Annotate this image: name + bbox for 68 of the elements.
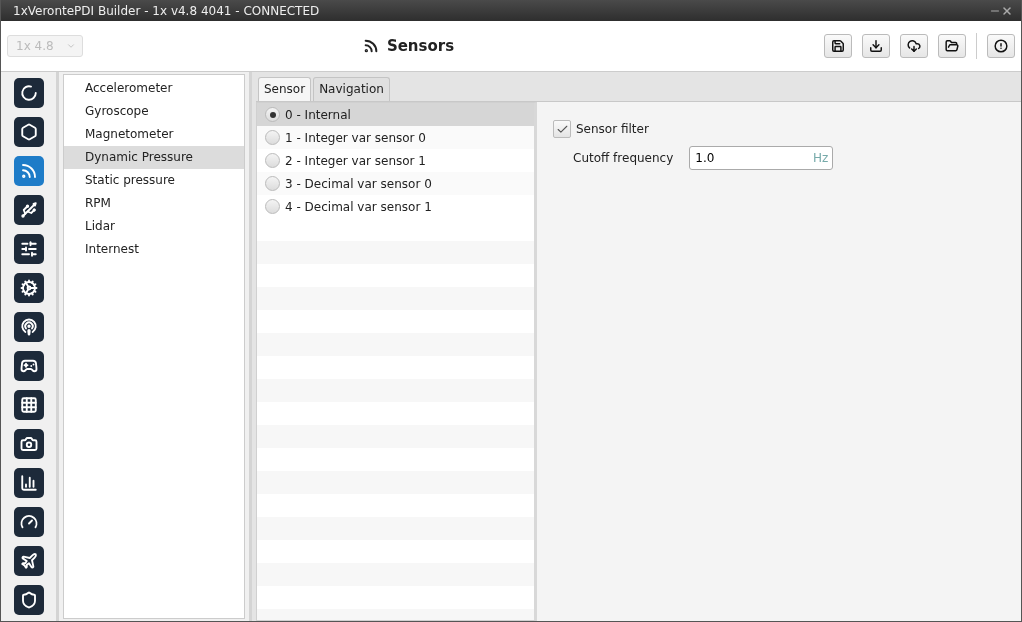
camera-icon — [19, 435, 38, 453]
alert-icon — [994, 39, 1008, 53]
loading-ring-icon — [19, 84, 38, 102]
list-item[interactable]: 3 - Decimal var sensor 0 — [257, 172, 534, 195]
window-title: 1xVerontePDI Builder - 1x v4.8 4041 - CONNECTED — [13, 3, 321, 18]
checkbox[interactable] — [553, 120, 571, 138]
cloud-download-icon — [907, 39, 921, 53]
nav-rail-button[interactable] — [13, 468, 44, 498]
gauge-icon — [19, 513, 38, 531]
sidebar-item[interactable]: Gyroscope — [64, 100, 244, 123]
grid-icon — [19, 396, 38, 414]
nav-rail-button[interactable] — [13, 429, 44, 459]
nav-rail-button[interactable] — [13, 585, 44, 615]
tab[interactable]: Navigation — [313, 77, 390, 101]
radio-button[interactable] — [265, 199, 280, 214]
sidebar-item[interactable]: Static pressure — [64, 169, 244, 192]
radio-button[interactable] — [265, 130, 280, 145]
rss-icon — [362, 38, 379, 54]
list-item-label: 0 - Internal — [285, 107, 351, 122]
close-icon[interactable] — [1001, 4, 1013, 17]
list-item-label: 4 - Decimal var sensor 1 — [285, 199, 432, 214]
rss-icon — [19, 162, 38, 180]
nav-rail-button[interactable] — [13, 351, 44, 381]
sidebar-item[interactable]: Internest — [64, 238, 244, 261]
sidebar-item[interactable]: Lidar — [64, 215, 244, 238]
alert-button[interactable] — [987, 34, 1015, 58]
sidebar-item[interactable]: Accelerometer — [64, 77, 244, 100]
usb-icon — [19, 201, 38, 219]
list-item[interactable]: 0 - Internal — [257, 103, 534, 126]
save-button[interactable] — [824, 34, 852, 58]
sidebar-item[interactable]: RPM — [64, 192, 244, 215]
gamepad-icon — [19, 357, 38, 375]
nav-rail-button[interactable] — [13, 78, 44, 108]
list-item-label: 1 - Integer var sensor 0 — [285, 130, 426, 145]
bar-chart-icon — [19, 474, 38, 492]
nav-rail-button[interactable] — [13, 195, 44, 225]
cloud-download-button[interactable] — [900, 34, 928, 58]
nav-rail-button[interactable] — [13, 234, 44, 264]
download-icon — [869, 39, 883, 53]
nav-rail-button[interactable] — [13, 273, 44, 303]
field-label: Cutoff frequency — [573, 151, 674, 165]
airplane-icon — [19, 552, 38, 570]
shield-icon — [19, 591, 38, 609]
checkbox-label: Sensor filter — [576, 122, 649, 136]
caret-icon — [66, 41, 76, 51]
nav-rail-button[interactable] — [13, 117, 44, 147]
radio-button[interactable] — [265, 153, 280, 168]
unit-label: Hz — [813, 151, 829, 165]
radio-button[interactable] — [265, 107, 280, 122]
nav-rail-button[interactable] — [13, 546, 44, 576]
download-button[interactable] — [862, 34, 890, 58]
nav-rail-button[interactable] — [13, 507, 44, 537]
page-title: Sensors — [386, 37, 455, 55]
tab[interactable]: Sensor — [258, 77, 312, 101]
hexagon-icon — [19, 123, 38, 141]
nav-rail-button[interactable] — [13, 312, 44, 342]
list-item-label: 2 - Integer var sensor 1 — [285, 153, 426, 168]
sidebar-item[interactable]: Magnetometer — [64, 123, 244, 146]
folder-icon — [945, 39, 959, 53]
nav-rail-button[interactable] — [13, 390, 44, 420]
list-item[interactable]: 1 - Integer var sensor 0 — [257, 126, 534, 149]
save-icon — [831, 39, 845, 53]
folder-button[interactable] — [938, 34, 966, 58]
list-item-label: 3 - Decimal var sensor 0 — [285, 176, 432, 191]
sidebar-item[interactable]: Dynamic Pressure — [64, 146, 244, 169]
sliders-icon — [19, 240, 38, 258]
podcast-icon — [19, 318, 38, 336]
radio-button[interactable] — [265, 176, 280, 191]
